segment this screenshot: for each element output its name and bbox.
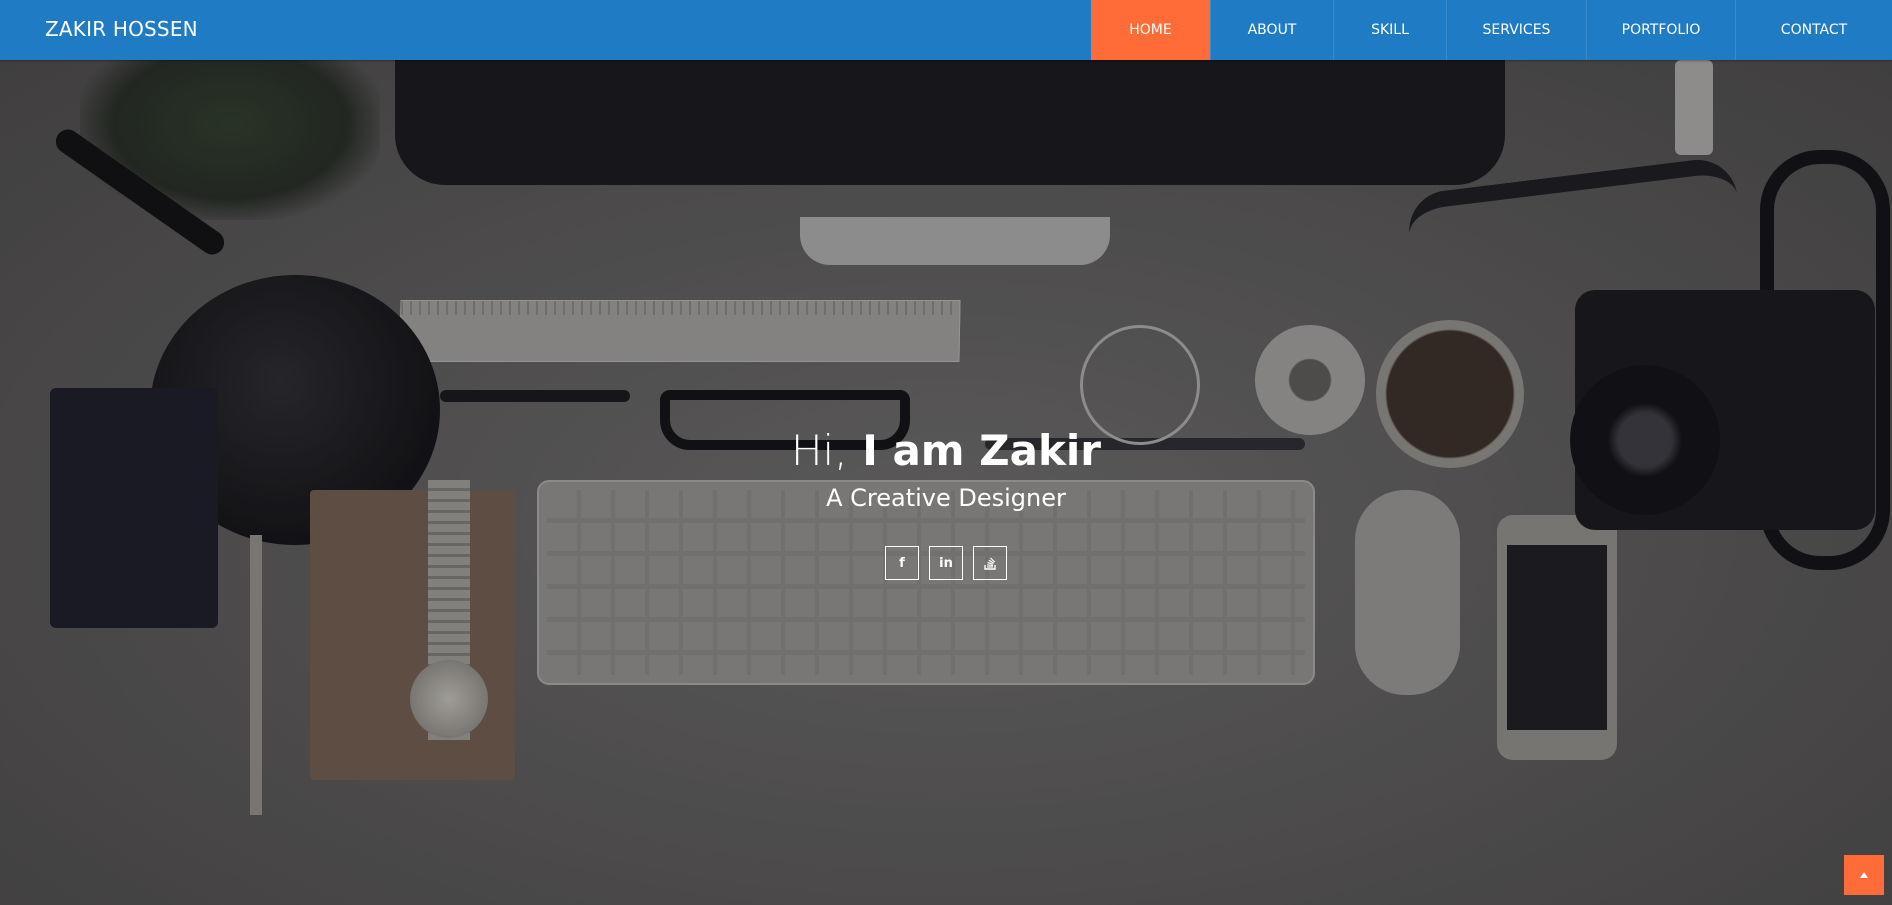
social-links: f in	[0, 546, 1892, 580]
scroll-to-top-button[interactable]	[1844, 855, 1884, 895]
stackoverflow-button[interactable]	[973, 546, 1007, 580]
arrow-up-icon	[1860, 872, 1868, 878]
nav-about[interactable]: ABOUT	[1210, 0, 1333, 60]
nav-home[interactable]: HOME	[1091, 0, 1210, 60]
hero-title-name: I am Zakir	[862, 426, 1102, 475]
nav-skill[interactable]: SKILL	[1333, 0, 1446, 60]
linkedin-button[interactable]: in	[929, 546, 963, 580]
facebook-button[interactable]: f	[885, 546, 919, 580]
main-nav: HOME ABOUT SKILL SERVICES PORTFOLIO CONT…	[1091, 0, 1892, 60]
hero-title: Hi, I am Zakir	[0, 430, 1892, 472]
hero-title-greeting: Hi,	[790, 426, 848, 475]
nav-services[interactable]: SERVICES	[1446, 0, 1586, 60]
nav-portfolio[interactable]: PORTFOLIO	[1586, 0, 1735, 60]
stackoverflow-icon	[984, 557, 996, 570]
navbar: ZAKIR HOSSEN HOME ABOUT SKILL SERVICES P…	[0, 0, 1892, 60]
hero-subtitle: A Creative Designer	[826, 484, 1066, 512]
linkedin-icon: in	[939, 555, 953, 571]
brand-logo[interactable]: ZAKIR HOSSEN	[45, 17, 198, 41]
nav-contact[interactable]: CONTACT	[1735, 0, 1892, 60]
hero-content: Hi, I am Zakir A Creative Designer f in	[0, 430, 1892, 580]
hero-section: Hi, I am Zakir A Creative Designer f in	[0, 60, 1892, 905]
facebook-icon: f	[899, 555, 905, 571]
